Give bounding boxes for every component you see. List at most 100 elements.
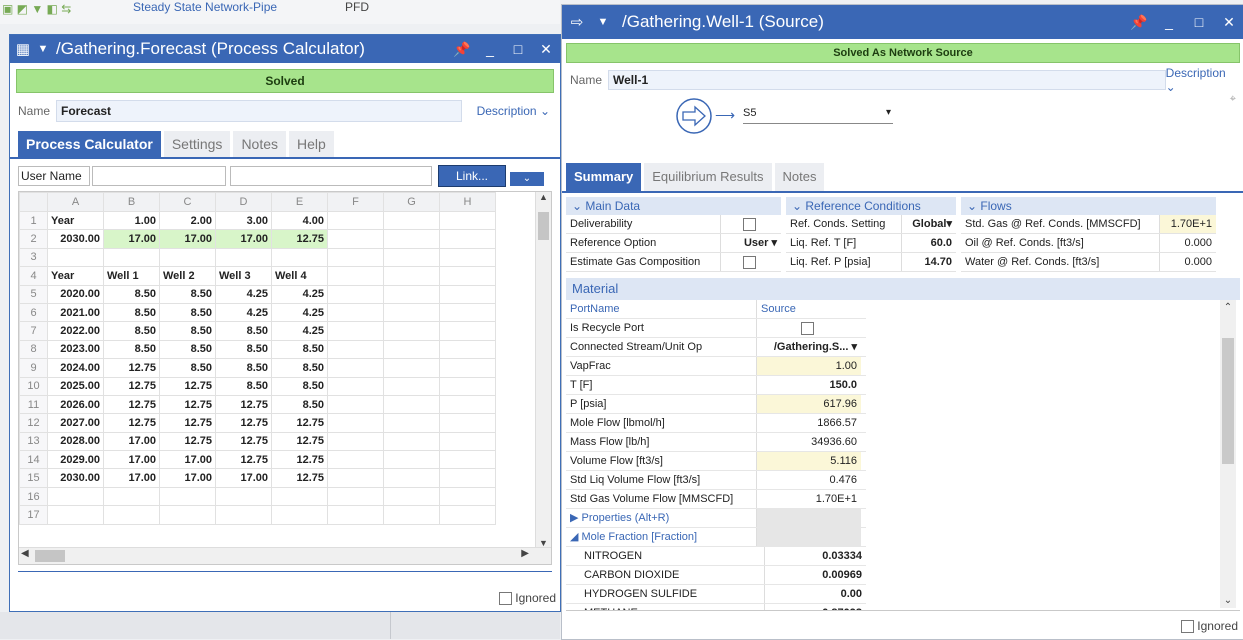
sheet-cell[interactable] [327, 247, 384, 268]
material-header[interactable]: Material [566, 278, 1240, 300]
maximize-button[interactable]: □ [1184, 14, 1214, 31]
sheet-cell[interactable]: 4.25 [215, 284, 272, 304]
sheet-cell[interactable] [439, 210, 496, 231]
tab-notes[interactable]: Notes [233, 131, 287, 157]
sheet-cell[interactable] [159, 247, 216, 268]
sheet-cell[interactable] [327, 413, 384, 433]
column-header[interactable]: A [47, 192, 104, 212]
material-value[interactable] [757, 528, 861, 546]
row-header[interactable]: 4 [19, 266, 48, 286]
sheet-cell[interactable] [327, 284, 384, 304]
sheet-cell[interactable] [327, 431, 384, 452]
sheet-cell[interactable] [383, 394, 440, 415]
sheet-cell[interactable]: 12.75 [215, 394, 272, 415]
material-value[interactable]: 1.00 [757, 357, 861, 375]
sheet-cell[interactable]: 12.75 [159, 376, 216, 396]
row-header[interactable]: 3 [19, 247, 48, 268]
sheet-cell[interactable]: 3.00 [215, 210, 272, 231]
row-header[interactable]: 7 [19, 321, 48, 341]
material-value[interactable] [757, 319, 861, 337]
sheet-cell[interactable] [159, 486, 216, 507]
sheet-cell[interactable]: 2.00 [159, 210, 216, 231]
std-gas-value[interactable]: 1.70E+1 [1159, 215, 1216, 233]
sheet-cell[interactable]: 12.75 [271, 413, 328, 433]
sheet-cell[interactable] [383, 339, 440, 360]
sheet-cell[interactable] [439, 394, 496, 415]
ignored-checkbox[interactable]: Ignored [1181, 619, 1238, 633]
sheet-cell[interactable] [327, 339, 384, 360]
material-value[interactable] [757, 509, 861, 527]
row-header[interactable]: 14 [19, 450, 48, 470]
liq-ref-p-value[interactable]: 14.70 [901, 253, 956, 271]
column-header[interactable]: D [215, 192, 272, 212]
close-button[interactable]: ✕ [532, 41, 560, 58]
sheet-cell[interactable] [439, 284, 496, 304]
horizontal-scrollbar[interactable]: ◀ ▶ [19, 547, 551, 564]
sheet-cell[interactable] [383, 486, 440, 507]
forecast-titlebar[interactable]: ▦ ▼ /Gathering.Forecast (Process Calcula… [10, 35, 560, 63]
sheet-cell[interactable] [383, 468, 440, 488]
sheet-cell[interactable] [103, 486, 160, 507]
vertical-scrollbar[interactable]: ▲ ▼ [535, 192, 551, 564]
sheet-cell[interactable] [439, 321, 496, 341]
sheet-cell[interactable]: 2027.00 [47, 413, 104, 433]
sheet-cell[interactable]: 12.75 [271, 229, 328, 249]
sheet-cell[interactable]: 12.75 [103, 413, 160, 433]
liq-ref-t-value[interactable]: 60.0 [901, 234, 956, 252]
material-value[interactable]: 0.476 [757, 471, 861, 489]
link-button[interactable]: Link... [438, 165, 506, 187]
flows-header[interactable]: ⌄ Flows [961, 197, 1216, 215]
sheet-cell[interactable] [327, 321, 384, 341]
sheet-cell[interactable] [271, 486, 328, 507]
sheet-cell[interactable]: 4.25 [271, 284, 328, 304]
sheet-cell[interactable]: 17.00 [159, 450, 216, 470]
minimize-button[interactable]: _ [476, 41, 504, 58]
column-header[interactable]: B [103, 192, 160, 212]
sheet-cell[interactable] [383, 210, 440, 231]
close-button[interactable]: ✕ [1214, 14, 1243, 31]
network-mode-label[interactable]: Steady State Network-Pipe [133, 0, 277, 14]
sheet-cell[interactable]: 8.50 [103, 302, 160, 323]
row-header[interactable]: 2 [19, 229, 48, 249]
scroll-down-icon[interactable]: ⌄ [1220, 595, 1236, 606]
sheet-cell[interactable] [383, 302, 440, 323]
sheet-cell[interactable] [271, 247, 328, 268]
pin-small-icon[interactable]: ⌖ [1230, 93, 1236, 106]
sheet-cell[interactable] [439, 468, 496, 488]
expand-icon[interactable]: ◢ [570, 531, 582, 543]
sheet-cell[interactable]: 8.50 [159, 321, 216, 341]
reference-option-select[interactable]: User ▾ [720, 234, 781, 252]
material-value[interactable]: 34936.60 [757, 433, 861, 451]
main-data-header[interactable]: ⌄ Main Data [566, 197, 781, 215]
sheet-cell[interactable]: 1.00 [103, 210, 160, 231]
row-header[interactable]: 12 [19, 413, 48, 433]
sheet-cell[interactable]: 8.50 [271, 394, 328, 415]
sheet-cell[interactable] [439, 413, 496, 433]
sheet-cell[interactable]: 2023.00 [47, 339, 104, 360]
column-header[interactable]: G [383, 192, 440, 212]
sheet-cell[interactable] [47, 247, 104, 268]
estimate-gas-checkbox[interactable] [720, 253, 781, 271]
corner-cell[interactable] [19, 192, 48, 212]
menu-chevron-icon[interactable]: ▼ [592, 16, 614, 28]
sheet-cell[interactable]: 17.00 [103, 468, 160, 488]
sheet-cell[interactable]: 2026.00 [47, 394, 104, 415]
sheet-cell[interactable]: 2028.00 [47, 431, 104, 452]
row-header[interactable]: 9 [19, 358, 48, 378]
sheet-cell[interactable] [215, 486, 272, 507]
checkbox-icon[interactable] [499, 591, 513, 605]
sheet-cell[interactable]: 2024.00 [47, 358, 104, 378]
sheet-cell[interactable]: 8.50 [103, 284, 160, 304]
sheet-cell[interactable]: 17.00 [215, 229, 272, 249]
scroll-thumb[interactable] [538, 212, 549, 240]
sheet-cell[interactable] [439, 358, 496, 378]
row-header[interactable]: 8 [19, 339, 48, 360]
material-label[interactable]: ▶ Properties (Alt+R) [566, 509, 757, 527]
sheet-cell[interactable] [47, 505, 104, 525]
sheet-cell[interactable] [327, 468, 384, 488]
material-value[interactable]: /Gathering.S... ▾ [757, 338, 861, 356]
tab-process-calculator[interactable]: Process Calculator [18, 131, 161, 157]
scroll-right-icon[interactable]: ▶ [521, 548, 529, 559]
sheet-cell[interactable] [439, 431, 496, 452]
sheet-cell[interactable] [327, 376, 384, 396]
